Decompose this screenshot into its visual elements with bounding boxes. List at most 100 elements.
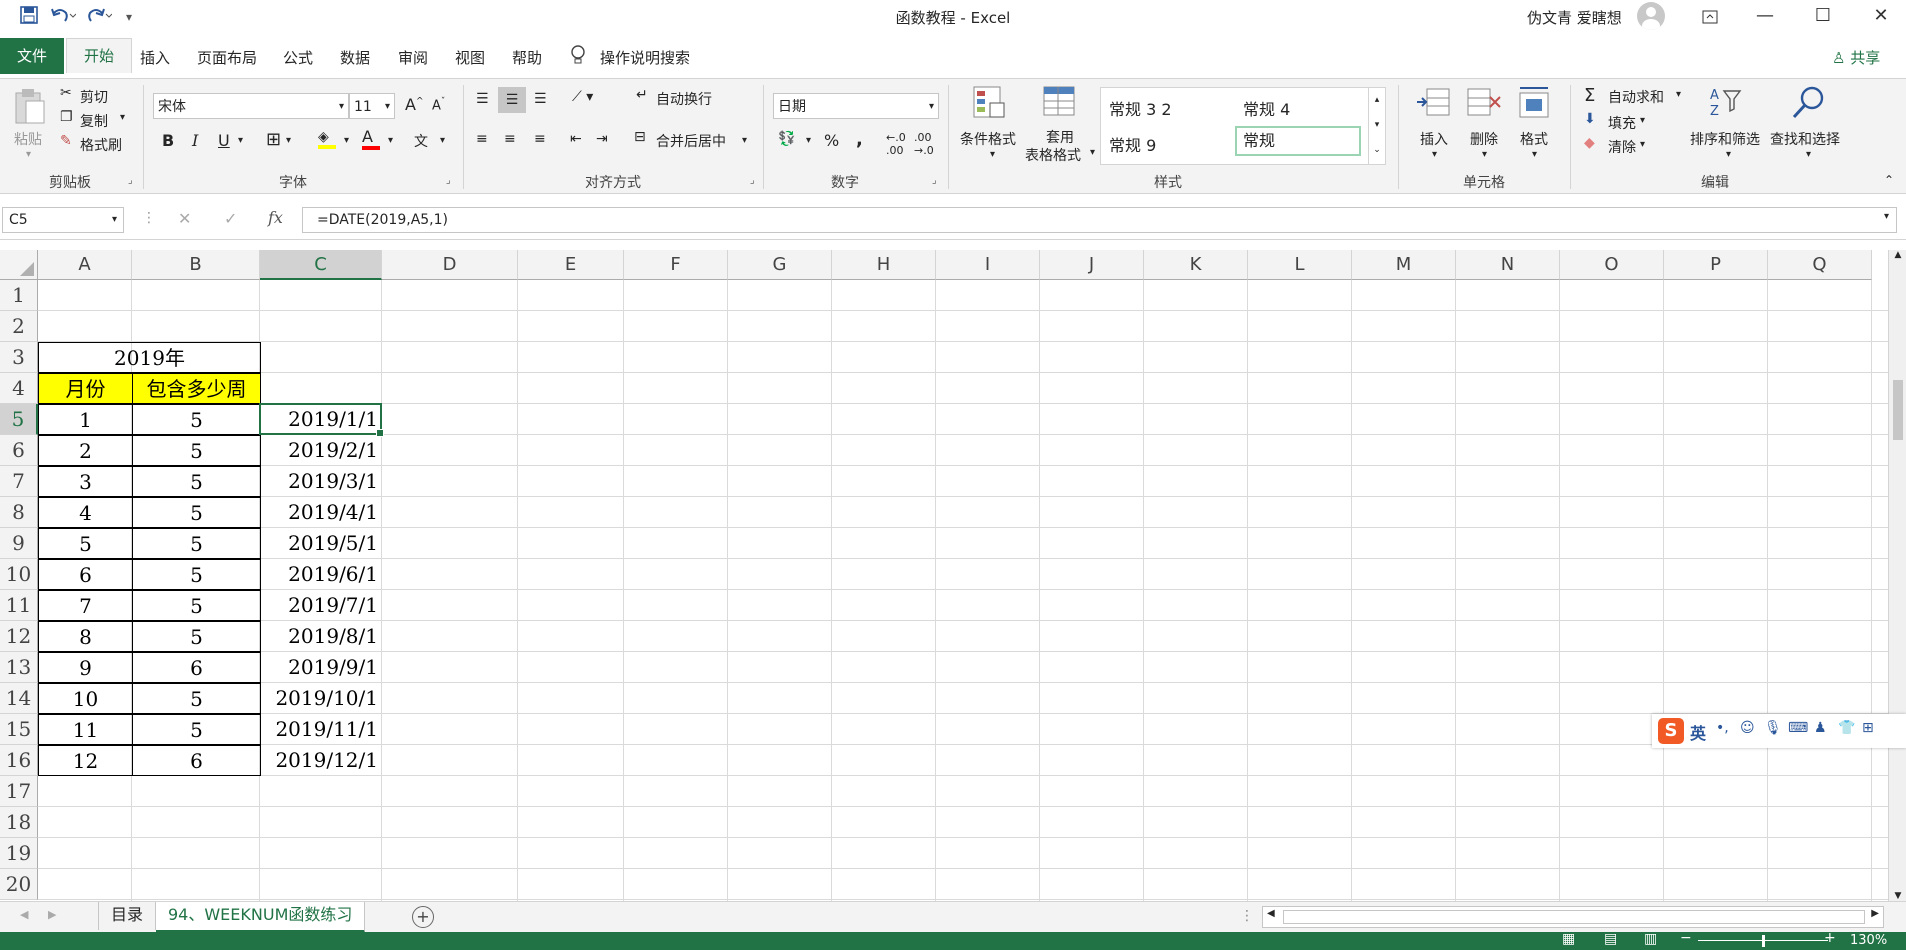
merge-center-button[interactable]: 合并后居中 bbox=[656, 131, 726, 151]
bold-button[interactable]: B bbox=[162, 131, 174, 150]
date-cell[interactable]: 2019/1/1 bbox=[260, 404, 382, 435]
cancel-icon[interactable]: ✕ bbox=[178, 209, 191, 228]
ime-lang[interactable]: 英 bbox=[1690, 720, 1706, 744]
column-header[interactable]: B bbox=[132, 250, 260, 280]
tab-view[interactable]: 视图 bbox=[455, 47, 485, 68]
format-as-table-line2[interactable]: 表格格式 bbox=[1025, 145, 1081, 165]
style-normal-4[interactable]: 常规 4 bbox=[1243, 96, 1290, 120]
row-header[interactable]: 16 bbox=[0, 745, 38, 776]
insert-cells-icon[interactable] bbox=[1415, 85, 1451, 121]
header-month[interactable]: 月份 bbox=[38, 373, 133, 404]
clear-dropdown-icon[interactable]: ▾ bbox=[1640, 139, 1645, 150]
weeks-cell[interactable]: 5 bbox=[132, 528, 261, 559]
conditional-format-button[interactable]: 条件格式 bbox=[960, 129, 1016, 149]
tab-review[interactable]: 审阅 bbox=[398, 47, 428, 68]
weeks-cell[interactable]: 5 bbox=[132, 714, 261, 745]
month-cell[interactable]: 4 bbox=[38, 497, 133, 528]
zoom-in-icon[interactable]: + bbox=[1824, 930, 1836, 946]
page-break-view-icon[interactable]: ▥ bbox=[1644, 931, 1657, 947]
row-header[interactable]: 5 bbox=[0, 404, 38, 435]
column-header[interactable]: A bbox=[38, 250, 132, 280]
chevron-down-icon[interactable]: ▾ bbox=[339, 94, 344, 120]
format-painter-button[interactable]: 格式刷 bbox=[80, 135, 122, 155]
column-header[interactable]: C bbox=[260, 250, 382, 280]
column-header[interactable]: E bbox=[518, 250, 624, 280]
cell-a3-title[interactable]: 2019年 bbox=[38, 342, 261, 373]
date-cell[interactable]: 2019/8/1 bbox=[260, 621, 382, 652]
paste-label[interactable]: 粘贴 bbox=[14, 129, 42, 149]
grow-font-button[interactable]: A^ bbox=[405, 95, 424, 114]
paste-dropdown-icon[interactable]: ▾ bbox=[26, 149, 31, 160]
punctuation-icon[interactable]: •, bbox=[1716, 720, 1729, 736]
dialog-launcher-icon[interactable]: ⌟ bbox=[750, 175, 755, 186]
phonetic-button[interactable]: 文 bbox=[414, 131, 428, 151]
scroll-right-icon[interactable]: ▶ bbox=[1871, 908, 1879, 919]
page-layout-view-icon[interactable]: ▤ bbox=[1604, 931, 1617, 947]
weeks-cell[interactable]: 5 bbox=[132, 404, 261, 435]
microphone-icon[interactable]: 🎙 bbox=[1764, 720, 1782, 736]
tab-home[interactable]: 开始 bbox=[66, 38, 132, 73]
horizontal-scroll-thumb[interactable] bbox=[1283, 910, 1865, 924]
underline-button[interactable]: U bbox=[218, 131, 230, 150]
tell-me-search[interactable]: 操作说明搜索 bbox=[600, 47, 690, 68]
row-header[interactable]: 4 bbox=[0, 373, 38, 404]
chevron-down-icon[interactable]: ▾ bbox=[112, 208, 117, 232]
select-all-corner[interactable] bbox=[0, 250, 38, 280]
column-header[interactable]: H bbox=[832, 250, 936, 280]
format-cells-button[interactable]: 格式 bbox=[1520, 129, 1548, 149]
column-header[interactable]: D bbox=[382, 250, 518, 280]
tab-split-handle[interactable]: ⋮ bbox=[1240, 908, 1254, 924]
keyboard-icon[interactable]: ⌨ bbox=[1788, 720, 1808, 736]
sort-filter-button[interactable]: 排序和筛选 bbox=[1690, 129, 1760, 149]
gallery-more-icon[interactable]: ⌄ bbox=[1369, 138, 1385, 163]
date-cell[interactable]: 2019/12/1 bbox=[260, 745, 382, 776]
comma-button[interactable]: , bbox=[856, 129, 863, 150]
column-header[interactable]: K bbox=[1144, 250, 1248, 280]
date-cell[interactable]: 2019/6/1 bbox=[260, 559, 382, 590]
row-header[interactable]: 10 bbox=[0, 559, 38, 590]
align-bottom-icon[interactable]: ☰ bbox=[534, 91, 547, 107]
delete-dropdown-icon[interactable]: ▾ bbox=[1482, 149, 1487, 160]
format-dropdown-icon[interactable]: ▾ bbox=[1532, 149, 1537, 160]
number-format-box[interactable]: 日期 ▾ bbox=[773, 93, 939, 119]
date-cell[interactable]: 2019/5/1 bbox=[260, 528, 382, 559]
font-name-box[interactable]: 宋体 ▾ bbox=[153, 93, 349, 119]
weeks-cell[interactable]: 5 bbox=[132, 497, 261, 528]
currency-icon[interactable]: 💱 bbox=[778, 131, 795, 147]
weeks-cell[interactable]: 5 bbox=[132, 621, 261, 652]
decrease-indent-icon[interactable]: ⇤ bbox=[570, 131, 582, 147]
tab-file[interactable]: 文件 bbox=[0, 38, 64, 74]
find-select-button[interactable]: 查找和选择 bbox=[1770, 129, 1840, 149]
weeks-cell[interactable]: 5 bbox=[132, 590, 261, 621]
percent-button[interactable]: % bbox=[824, 131, 839, 150]
collapse-ribbon-icon[interactable]: ⌃ bbox=[1884, 173, 1894, 187]
row-header[interactable]: 12 bbox=[0, 621, 38, 652]
share-button[interactable]: ♙ 共享 bbox=[1832, 47, 1880, 68]
header-weeks[interactable]: 包含多少周 bbox=[132, 373, 261, 404]
weeks-cell[interactable]: 5 bbox=[132, 466, 261, 497]
style-normal[interactable]: 常规 bbox=[1235, 126, 1361, 156]
user-name[interactable]: 伪文青 爱瞎想 bbox=[1527, 7, 1622, 28]
format-cells-icon[interactable] bbox=[1516, 85, 1552, 121]
vertical-scrollbar[interactable]: ▲ ▼ bbox=[1888, 250, 1906, 901]
ribbon-display-icon[interactable] bbox=[1687, 0, 1733, 34]
month-cell[interactable]: 3 bbox=[38, 466, 133, 497]
minimize-icon[interactable]: — bbox=[1742, 0, 1788, 34]
date-cell[interactable]: 2019/4/1 bbox=[260, 497, 382, 528]
copy-button[interactable]: 复制 bbox=[80, 111, 108, 131]
date-cell[interactable]: 2019/7/1 bbox=[260, 590, 382, 621]
vertical-scroll-thumb[interactable] bbox=[1893, 380, 1903, 440]
row-header[interactable]: 1 bbox=[0, 280, 38, 311]
magnifier-icon[interactable] bbox=[1790, 85, 1826, 121]
row-header[interactable]: 20 bbox=[0, 869, 38, 900]
month-cell[interactable]: 11 bbox=[38, 714, 133, 745]
fill-dropdown-icon[interactable]: ▾ bbox=[344, 135, 349, 146]
sheet-tab-catalog[interactable]: 目录 bbox=[98, 902, 157, 930]
avatar[interactable] bbox=[1637, 2, 1665, 30]
next-sheet-icon[interactable]: ▶ bbox=[48, 908, 56, 921]
scroll-left-icon[interactable]: ◀ bbox=[1267, 908, 1275, 919]
month-cell[interactable]: 2 bbox=[38, 435, 133, 466]
fill-button[interactable]: 填充 bbox=[1608, 113, 1636, 133]
weeks-cell[interactable]: 6 bbox=[132, 745, 261, 776]
row-header[interactable]: 13 bbox=[0, 652, 38, 683]
